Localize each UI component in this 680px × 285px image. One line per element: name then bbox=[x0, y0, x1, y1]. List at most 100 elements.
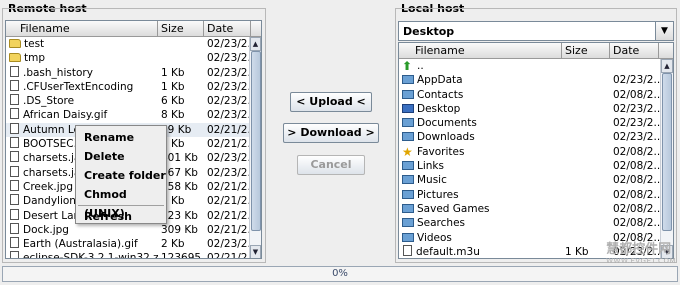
download-button[interactable]: > Download > bbox=[283, 123, 379, 143]
file-name-cell: eclipse-SDK-3.2.1-win32.zip bbox=[6, 251, 158, 259]
remote-file-row[interactable]: .bash_history 1 Kb 02/23/2... bbox=[6, 65, 261, 80]
local-file-row[interactable]: Desktop 02/23/2... bbox=[399, 102, 673, 116]
file-date-cell: 02/23/2... bbox=[613, 131, 660, 144]
watermark-text: 慧都控件网 bbox=[606, 242, 672, 257]
remote-file-row[interactable]: .DS_Store 6 Kb 02/23/2... bbox=[6, 94, 261, 108]
file-name-cell: Searches bbox=[399, 216, 562, 230]
file-icon bbox=[10, 108, 19, 120]
local-file-row[interactable]: Saved Games 02/08/2... bbox=[399, 202, 673, 216]
file-size-cell bbox=[562, 116, 610, 130]
file-name: Dock.jpg bbox=[23, 223, 69, 236]
local-file-row[interactable]: Music 02/08/2... bbox=[399, 173, 673, 187]
local-file-row[interactable]: ★ Favorites 02/08/2... bbox=[399, 145, 673, 159]
file-date-cell: 02/23/2... bbox=[207, 166, 249, 179]
context-rename[interactable]: Rename bbox=[76, 128, 166, 147]
file-name: eclipse-SDK-3.2.1-win32.zip bbox=[23, 252, 158, 259]
file-size-cell bbox=[562, 145, 610, 159]
local-col-filename[interactable]: Filename bbox=[399, 43, 562, 58]
scroll-thumb[interactable] bbox=[251, 51, 261, 231]
folder-icon bbox=[402, 175, 414, 185]
file-name: Saved Games bbox=[417, 202, 490, 215]
scroll-up-arrow-icon[interactable]: ▲ bbox=[250, 37, 261, 51]
folder-icon bbox=[402, 118, 414, 128]
progress-label: 0% bbox=[332, 268, 348, 279]
file-date-cell: 02/23/2... bbox=[207, 238, 249, 251]
local-file-row[interactable]: AppData 02/23/2... bbox=[399, 73, 673, 87]
folder-icon bbox=[402, 89, 414, 99]
local-file-row[interactable]: ⬆.. bbox=[399, 59, 673, 73]
local-file-table[interactable]: Filename Size Date ⬆.. AppData 02/23/2... C… bbox=[398, 42, 674, 259]
file-icon bbox=[10, 237, 19, 249]
local-file-row[interactable]: Links 02/08/2... bbox=[399, 159, 673, 173]
local-scrollbar[interactable]: ▲ ▼ bbox=[660, 59, 673, 258]
remote-col-size[interactable]: Size bbox=[158, 21, 204, 36]
file-size-cell: 8 Kb bbox=[161, 109, 185, 122]
local-file-row[interactable]: Pictures 02/08/2... bbox=[399, 188, 673, 202]
file-date-cell: 02/23/2... bbox=[207, 95, 249, 108]
file-icon bbox=[10, 79, 19, 91]
context-refresh[interactable]: Refresh bbox=[76, 207, 166, 226]
remote-file-row[interactable]: tmp 02/23/2... bbox=[6, 51, 261, 65]
local-file-row[interactable]: Downloads 02/23/2... bbox=[399, 130, 673, 144]
file-date-cell: 02/08/2... bbox=[613, 188, 660, 201]
file-size-cell: 2 Kb bbox=[161, 238, 185, 251]
location-dropdown[interactable]: Desktop ▼ bbox=[398, 21, 674, 41]
file-name-cell: AppData bbox=[399, 73, 562, 87]
file-date-cell bbox=[610, 59, 660, 73]
file-name: .bash_history bbox=[23, 66, 93, 79]
file-name: .DS_Store bbox=[23, 95, 75, 108]
local-file-row[interactable]: Documents 02/23/2... bbox=[399, 116, 673, 130]
file-icon bbox=[10, 251, 19, 258]
file-icon bbox=[10, 122, 19, 134]
file-name: African Daisy.gif bbox=[23, 109, 108, 122]
file-name: Earth (Australasia).gif bbox=[23, 238, 138, 251]
remote-col-date[interactable]: Date bbox=[204, 21, 251, 36]
remote-file-row[interactable]: test 02/23/2... bbox=[6, 37, 261, 51]
file-name-cell: Desktop bbox=[399, 102, 562, 116]
file-date-cell: 02/21/2... bbox=[207, 138, 249, 151]
file-icon bbox=[403, 244, 412, 256]
file-name: Links bbox=[417, 160, 444, 173]
file-size-cell: 1 Kb bbox=[161, 80, 185, 93]
file-name: AppData bbox=[417, 74, 463, 87]
remote-col-filename[interactable]: Filename bbox=[6, 21, 158, 36]
file-name-cell: test bbox=[6, 37, 158, 51]
remote-scrollbar[interactable]: ▲ ▼ bbox=[249, 37, 261, 258]
remote-file-row[interactable]: Earth (Australasia).gif 2 Kb 02/23/2... bbox=[6, 237, 261, 251]
remote-file-row[interactable]: .CFUserTextEncoding 1 Kb 02/23/2... bbox=[6, 79, 261, 94]
file-name-cell: Contacts bbox=[399, 88, 562, 102]
local-file-row[interactable]: Searches 02/08/2... bbox=[399, 216, 673, 230]
remote-file-row[interactable]: African Daisy.gif 8 Kb 02/23/2... bbox=[6, 108, 261, 122]
file-icon bbox=[10, 65, 19, 77]
folder-icon bbox=[9, 39, 21, 48]
cancel-button[interactable]: Cancel bbox=[297, 155, 365, 175]
file-name-cell: Downloads bbox=[399, 130, 562, 144]
file-name-cell: .CFUserTextEncoding bbox=[6, 79, 158, 94]
file-date-cell: 02/23/2... bbox=[613, 102, 660, 115]
file-date-cell: 02/21/2... bbox=[207, 195, 249, 208]
file-date-cell: 02/21/2... bbox=[207, 123, 249, 136]
scroll-up-arrow-icon[interactable]: ▲ bbox=[661, 59, 673, 73]
file-name-cell: Videos bbox=[399, 231, 562, 245]
file-date-cell: 02/23/2... bbox=[207, 38, 249, 50]
scroll-thumb[interactable] bbox=[662, 73, 672, 231]
context-chmod[interactable]: Chmod (UNIX) bbox=[76, 185, 166, 220]
context-create-folder[interactable]: Create folder bbox=[76, 166, 166, 185]
file-name-cell: .DS_Store bbox=[6, 94, 158, 108]
remote-file-row[interactable]: eclipse-SDK-3.2.1-win32.zip123695...02/2… bbox=[6, 251, 261, 259]
desktop-icon bbox=[402, 103, 414, 113]
context-delete[interactable]: Delete bbox=[76, 147, 166, 166]
file-date-cell: 02/23/2... bbox=[207, 80, 249, 93]
file-icon bbox=[10, 222, 19, 234]
scroll-down-arrow-icon[interactable]: ▼ bbox=[250, 245, 261, 258]
upload-button[interactable]: < Upload < bbox=[290, 92, 372, 112]
file-size-cell: 6 Kb bbox=[161, 95, 185, 108]
local-col-date[interactable]: Date bbox=[610, 43, 659, 58]
chevron-down-icon[interactable]: ▼ bbox=[655, 22, 673, 40]
file-name-cell: Music bbox=[399, 173, 562, 187]
file-date-cell: 02/08/2... bbox=[613, 88, 660, 101]
local-file-row[interactable]: Contacts 02/08/2... bbox=[399, 88, 673, 102]
local-col-size[interactable]: Size bbox=[562, 43, 610, 58]
folder-icon bbox=[402, 218, 414, 228]
file-size-cell bbox=[158, 37, 204, 51]
